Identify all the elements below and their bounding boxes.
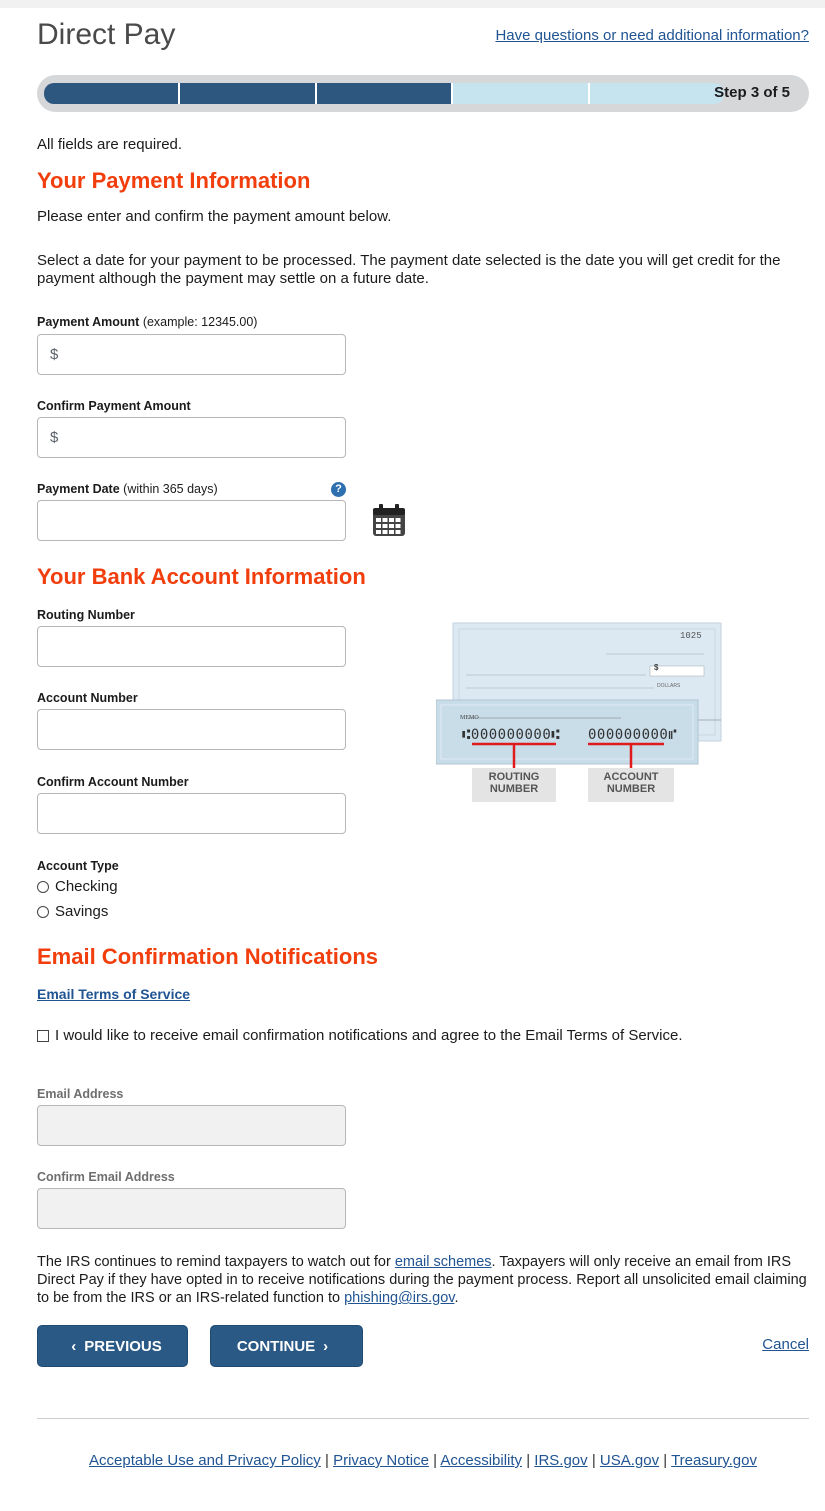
amount-label-text: Payment Amount xyxy=(37,315,140,329)
previous-button[interactable]: ‹ PREVIOUS xyxy=(37,1325,188,1367)
footer-separator: | xyxy=(433,1452,437,1469)
date-instruction: Select a date for your payment to be pro… xyxy=(37,252,781,287)
account-number-input[interactable] xyxy=(37,709,346,750)
confirm-account-number-input[interactable] xyxy=(37,793,346,834)
account-caption-line2: NUMBER xyxy=(606,783,656,795)
phishing-email-link[interactable]: phishing@irs.gov xyxy=(344,1290,454,1306)
footer-separator: | xyxy=(663,1452,668,1469)
cancel-link[interactable]: Cancel xyxy=(762,1336,809,1353)
radio-savings[interactable]: Savings xyxy=(37,903,108,920)
phishing-notice: The IRS continues to remind taxpayers to… xyxy=(37,1253,812,1307)
footer-divider xyxy=(37,1418,809,1419)
footer-link-accessibility[interactable]: Accessibility xyxy=(440,1452,522,1469)
chevron-right-icon: › xyxy=(323,1337,329,1355)
check-memo: MEMO xyxy=(460,715,479,721)
email-consent: I would like to receive email confirmati… xyxy=(37,1027,757,1045)
progress-step-3 xyxy=(316,83,454,104)
date-hint: (within 365 days) xyxy=(123,482,218,496)
confirm-email-label: Confirm Email Address xyxy=(37,1170,175,1184)
notice-part1: The IRS continues to remind taxpayers to… xyxy=(37,1254,395,1270)
routing-caption-line2: NUMBER xyxy=(489,783,539,795)
footer-link-treasury[interactable]: Treasury.gov xyxy=(671,1452,757,1469)
radio-savings-label: Savings xyxy=(55,903,109,920)
email-terms-link[interactable]: Email Terms of Service xyxy=(37,986,190,1002)
top-strip xyxy=(0,0,825,8)
footer-link-irs[interactable]: IRS.gov xyxy=(534,1452,587,1469)
confirm-email-input[interactable] xyxy=(37,1188,346,1229)
footer-link-usa[interactable]: USA.gov xyxy=(600,1452,659,1469)
amount-hint: (example: 12345.00) xyxy=(142,315,258,329)
amount-prefix: $ xyxy=(50,346,59,363)
help-icon[interactable]: ? xyxy=(331,482,346,497)
footer-link-privacy-notice[interactable]: Privacy Notice xyxy=(333,1452,429,1469)
date-label-text: Payment Date xyxy=(37,482,120,496)
radio-checking-label: Checking xyxy=(55,878,118,895)
email-heading: Email Confirmation Notifications xyxy=(37,944,379,969)
payment-heading: Your Payment Information xyxy=(37,168,311,193)
calendar-icon[interactable] xyxy=(371,502,407,538)
progress-step-1 xyxy=(44,83,181,104)
account-caption: ACCOUNT NUMBER xyxy=(588,771,674,795)
confirm-amount-prefix: $ xyxy=(50,429,59,446)
payment-amount-input[interactable]: $ xyxy=(37,334,346,375)
progress-step-5 xyxy=(589,83,724,104)
radio-savings-circle[interactable] xyxy=(37,905,49,918)
confirm-payment-amount-input[interactable]: $ xyxy=(37,417,346,458)
check-illustration: 1025 $ DOLLARS MEMO ⑆000000000⑆ 00000000… xyxy=(435,620,726,806)
micr-routing: ⑆000000000⑆ xyxy=(462,727,561,743)
micr-account: 000000000⑈ xyxy=(588,727,678,743)
chevron-left-icon: ‹ xyxy=(71,1337,77,1355)
page-title: Direct Pay xyxy=(37,18,176,51)
footer-separator: | xyxy=(526,1452,531,1469)
footer-separator: | xyxy=(324,1452,329,1469)
notice-part3: . xyxy=(454,1290,459,1306)
routing-number-input[interactable] xyxy=(37,626,346,667)
email-input[interactable] xyxy=(37,1105,346,1146)
account-type-label: Account Type xyxy=(37,859,119,873)
help-link[interactable]: Have questions or need additional inform… xyxy=(495,27,809,44)
check-dollars-text: DOLLARS xyxy=(657,683,681,689)
routing-label: Routing Number xyxy=(37,608,135,622)
check-number: 1025 xyxy=(680,631,702,641)
continue-label: CONTINUE xyxy=(236,1337,316,1355)
email-schemes-link[interactable]: email schemes xyxy=(395,1254,492,1270)
progress-bar: Step 3 of 5 xyxy=(37,75,809,112)
footer-links: Acceptable Use and Privacy Policy | Priv… xyxy=(37,1452,809,1469)
account-caption-line1: ACCOUNT xyxy=(603,771,659,783)
email-consent-text: I would like to receive email confirmati… xyxy=(55,1027,683,1044)
radio-checking-circle[interactable] xyxy=(37,880,49,893)
routing-caption-line1: ROUTING xyxy=(488,771,540,783)
email-label: Email Address xyxy=(37,1087,124,1101)
progress-track xyxy=(44,83,724,104)
bank-heading: Your Bank Account Information xyxy=(37,564,366,589)
progress-step-2 xyxy=(180,83,317,104)
radio-checking[interactable]: Checking xyxy=(37,878,118,895)
required-note: All fields are required. xyxy=(37,136,183,153)
account-label: Account Number xyxy=(37,691,138,705)
footer-separator: | xyxy=(591,1452,596,1469)
email-consent-checkbox[interactable] xyxy=(37,1030,49,1042)
step-label: Step 3 of 5 xyxy=(714,84,790,101)
confirm-amount-label: Confirm Payment Amount xyxy=(37,399,191,413)
amount-label: Payment Amount (example: 12345.00) xyxy=(37,315,257,329)
direct-pay-page: Direct Pay Have questions or need additi… xyxy=(0,0,825,1511)
confirm-account-label: Confirm Account Number xyxy=(37,775,189,789)
payment-instruction: Please enter and confirm the payment amo… xyxy=(37,208,392,225)
progress-step-4 xyxy=(453,83,590,104)
routing-caption: ROUTING NUMBER xyxy=(472,771,556,795)
payment-date-input[interactable] xyxy=(37,500,346,541)
payment-date-label: Payment Date (within 365 days) xyxy=(37,482,218,496)
previous-label: PREVIOUS xyxy=(84,1337,162,1355)
continue-button[interactable]: CONTINUE › xyxy=(210,1325,363,1367)
footer-link-privacy-policy[interactable]: Acceptable Use and Privacy Policy xyxy=(89,1452,321,1469)
check-dollar-sign: $ xyxy=(654,663,659,672)
